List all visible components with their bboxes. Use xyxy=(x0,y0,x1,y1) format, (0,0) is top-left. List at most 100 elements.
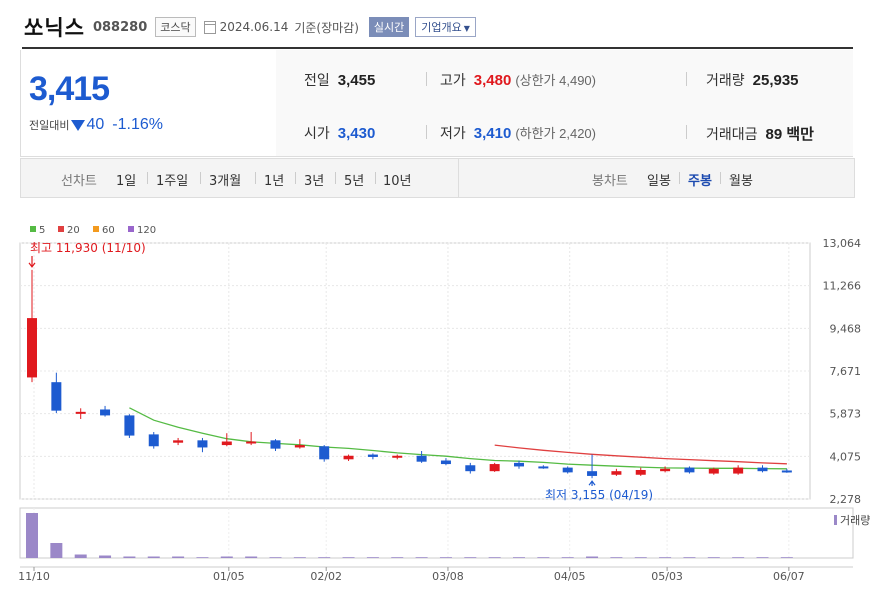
volume-value: 25,935 xyxy=(752,72,799,89)
legend-swatch xyxy=(128,226,134,232)
volume-bar xyxy=(610,557,623,558)
change-percent: -1.16% xyxy=(112,116,163,133)
lower-limit: (하한가 2,420) xyxy=(515,126,596,141)
header-divider xyxy=(22,47,853,49)
open-value: 3,430 xyxy=(337,125,376,142)
x-tick-label: 05/03 xyxy=(651,570,683,583)
gridlines xyxy=(20,242,810,558)
candle-body xyxy=(781,470,792,473)
volume-bar xyxy=(537,557,550,558)
volume-bar xyxy=(220,556,233,558)
candle-body xyxy=(416,455,427,462)
volume-bar xyxy=(756,557,769,558)
realtime-button[interactable]: 실시간 xyxy=(368,17,410,37)
period-3y[interactable]: 3년 xyxy=(304,170,324,189)
volume-bar xyxy=(342,557,355,558)
volume-bar xyxy=(732,557,745,558)
y-tick-label: 2,278 xyxy=(830,493,862,506)
separator xyxy=(295,172,296,184)
current-price: 3,415 xyxy=(29,70,110,108)
period-1w[interactable]: 1주일 xyxy=(156,170,188,189)
volume-bar xyxy=(464,557,477,558)
period-1y[interactable]: 1년 xyxy=(264,170,284,189)
volume-bar xyxy=(172,556,185,558)
y-tick-label: 9,468 xyxy=(830,322,862,335)
open-label: 시가 xyxy=(304,126,330,142)
separator xyxy=(686,125,687,139)
candle-body xyxy=(294,445,305,448)
stock-name: 쏘닉스 xyxy=(24,16,85,40)
volume-bar xyxy=(123,556,136,558)
y-axis: 2,278 4,075 5,873 7,671 9,468 11,266 13,064 xyxy=(823,237,862,506)
quote-details: 전일 3,455 고가 3,480 (상한가 4,490) 거래량 25,935… xyxy=(276,50,853,157)
market-badge: 코스닥 xyxy=(155,17,196,37)
legend-label: 60 xyxy=(102,225,115,236)
change-label: 전일대비 xyxy=(29,119,70,132)
volume-bar xyxy=(561,557,574,558)
current-price-box: 3,415 전일대비 40 -1.16% xyxy=(20,50,278,157)
volume-bar xyxy=(488,557,501,558)
volume-label: 거래량 xyxy=(706,73,745,89)
separator xyxy=(375,172,376,184)
y-tick-label: 7,671 xyxy=(830,365,862,378)
volume-bar xyxy=(196,557,209,558)
volume-bar xyxy=(318,557,331,558)
up-arrow-icon xyxy=(588,480,596,486)
y-tick-label: 13,064 xyxy=(823,237,862,250)
company-info-dropdown[interactable]: 기업개요 ▼ xyxy=(415,17,476,37)
candle-body xyxy=(148,434,159,447)
low-value: 3,410 xyxy=(473,125,512,142)
volume-bar xyxy=(439,557,452,558)
change-row: 전일대비 40 -1.16% xyxy=(29,116,163,134)
volume-bar xyxy=(586,556,599,558)
y-tick-label: 4,075 xyxy=(830,450,862,463)
change-value: 40 xyxy=(86,116,105,133)
x-tick-label: 04/05 xyxy=(554,570,586,583)
separator xyxy=(720,172,721,184)
candlestick-chart: 2,278 4,075 5,873 7,671 9,468 11,266 13,064 11… xyxy=(18,225,870,583)
legend: 5 20 60 120 xyxy=(30,225,156,236)
stock-header: 쏘닉스 088280 코스닥 2024.06.14 기준(장마감) 실시간 기업… xyxy=(24,12,476,42)
candle-body xyxy=(173,440,184,443)
line-chart-label: 선차트 xyxy=(61,174,97,189)
candle-body xyxy=(197,440,208,448)
candle-chart-label: 봉차트 xyxy=(592,174,628,189)
separator xyxy=(335,172,336,184)
prev-close-label: 전일 xyxy=(304,73,330,89)
candle-weekly[interactable]: 주봉 xyxy=(688,170,712,189)
open-price: 시가 3,430 xyxy=(304,123,375,143)
plot-frame xyxy=(19,242,811,500)
candle-daily[interactable]: 일봉 xyxy=(647,170,671,189)
candle-body xyxy=(343,455,354,460)
candle-body xyxy=(611,471,622,475)
x-tick-label: 11/10 xyxy=(18,570,50,583)
candle-monthly[interactable]: 월봉 xyxy=(729,170,753,189)
period-1d[interactable]: 1일 xyxy=(116,170,136,189)
high-annotation: 최고 11,930 (11/10) xyxy=(30,241,146,255)
x-tick-label: 01/05 xyxy=(213,570,245,583)
low-price: 저가 3,410 (하한가 2,420) xyxy=(440,123,596,143)
candle-body xyxy=(367,454,378,457)
volume-bar xyxy=(391,557,404,558)
candle-body xyxy=(221,441,232,446)
moving-average-lines xyxy=(129,407,787,470)
period-5y[interactable]: 5년 xyxy=(344,170,364,189)
candle-body xyxy=(757,467,768,472)
quote-date: 2024.06.14 xyxy=(219,20,289,34)
volume-frame xyxy=(19,507,854,559)
company-info-label: 기업개요 xyxy=(421,21,462,34)
volume-bar xyxy=(415,557,428,558)
ma20-line xyxy=(494,444,787,465)
quote-basis: 기준(장마감) xyxy=(294,20,359,35)
high-label: 고가 xyxy=(440,73,466,89)
candle-body xyxy=(562,467,573,473)
period-10y[interactable]: 10년 xyxy=(383,170,412,189)
period-3m[interactable]: 3개월 xyxy=(209,170,241,189)
amount-label: 거래대금 xyxy=(706,127,758,143)
calendar-icon xyxy=(203,20,216,34)
upper-limit: (상한가 4,490) xyxy=(515,73,596,88)
bar-divider xyxy=(458,159,459,197)
candle-body xyxy=(514,462,524,467)
candle-body xyxy=(246,441,257,444)
x-tick-label: 02/02 xyxy=(310,570,342,583)
